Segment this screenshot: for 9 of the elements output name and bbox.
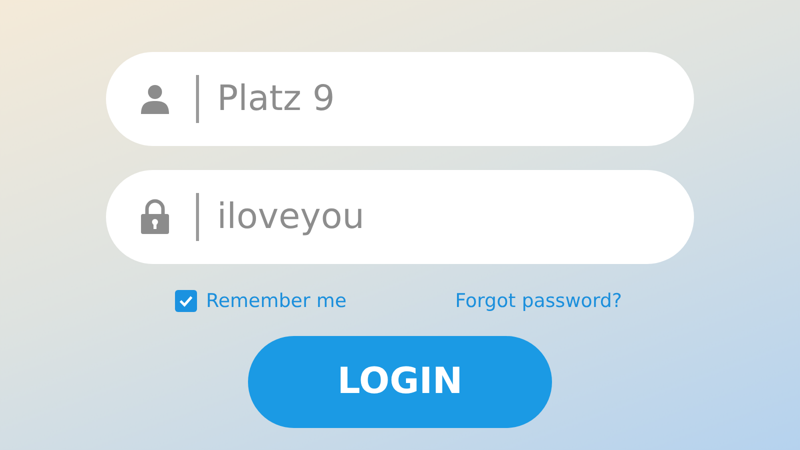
forgot-password-link[interactable]: Forgot password? [455, 286, 622, 316]
person-icon [139, 83, 171, 115]
remember-checkbox[interactable] [175, 290, 197, 312]
username-field[interactable]: Platz 9 [106, 52, 694, 146]
lock-icon [140, 199, 170, 235]
login-button[interactable]: LOGIN [248, 336, 552, 428]
remember-me-label[interactable]: Remember me [206, 286, 347, 316]
checkmark-icon [179, 295, 193, 307]
password-field[interactable]: iloveyou [106, 170, 694, 264]
